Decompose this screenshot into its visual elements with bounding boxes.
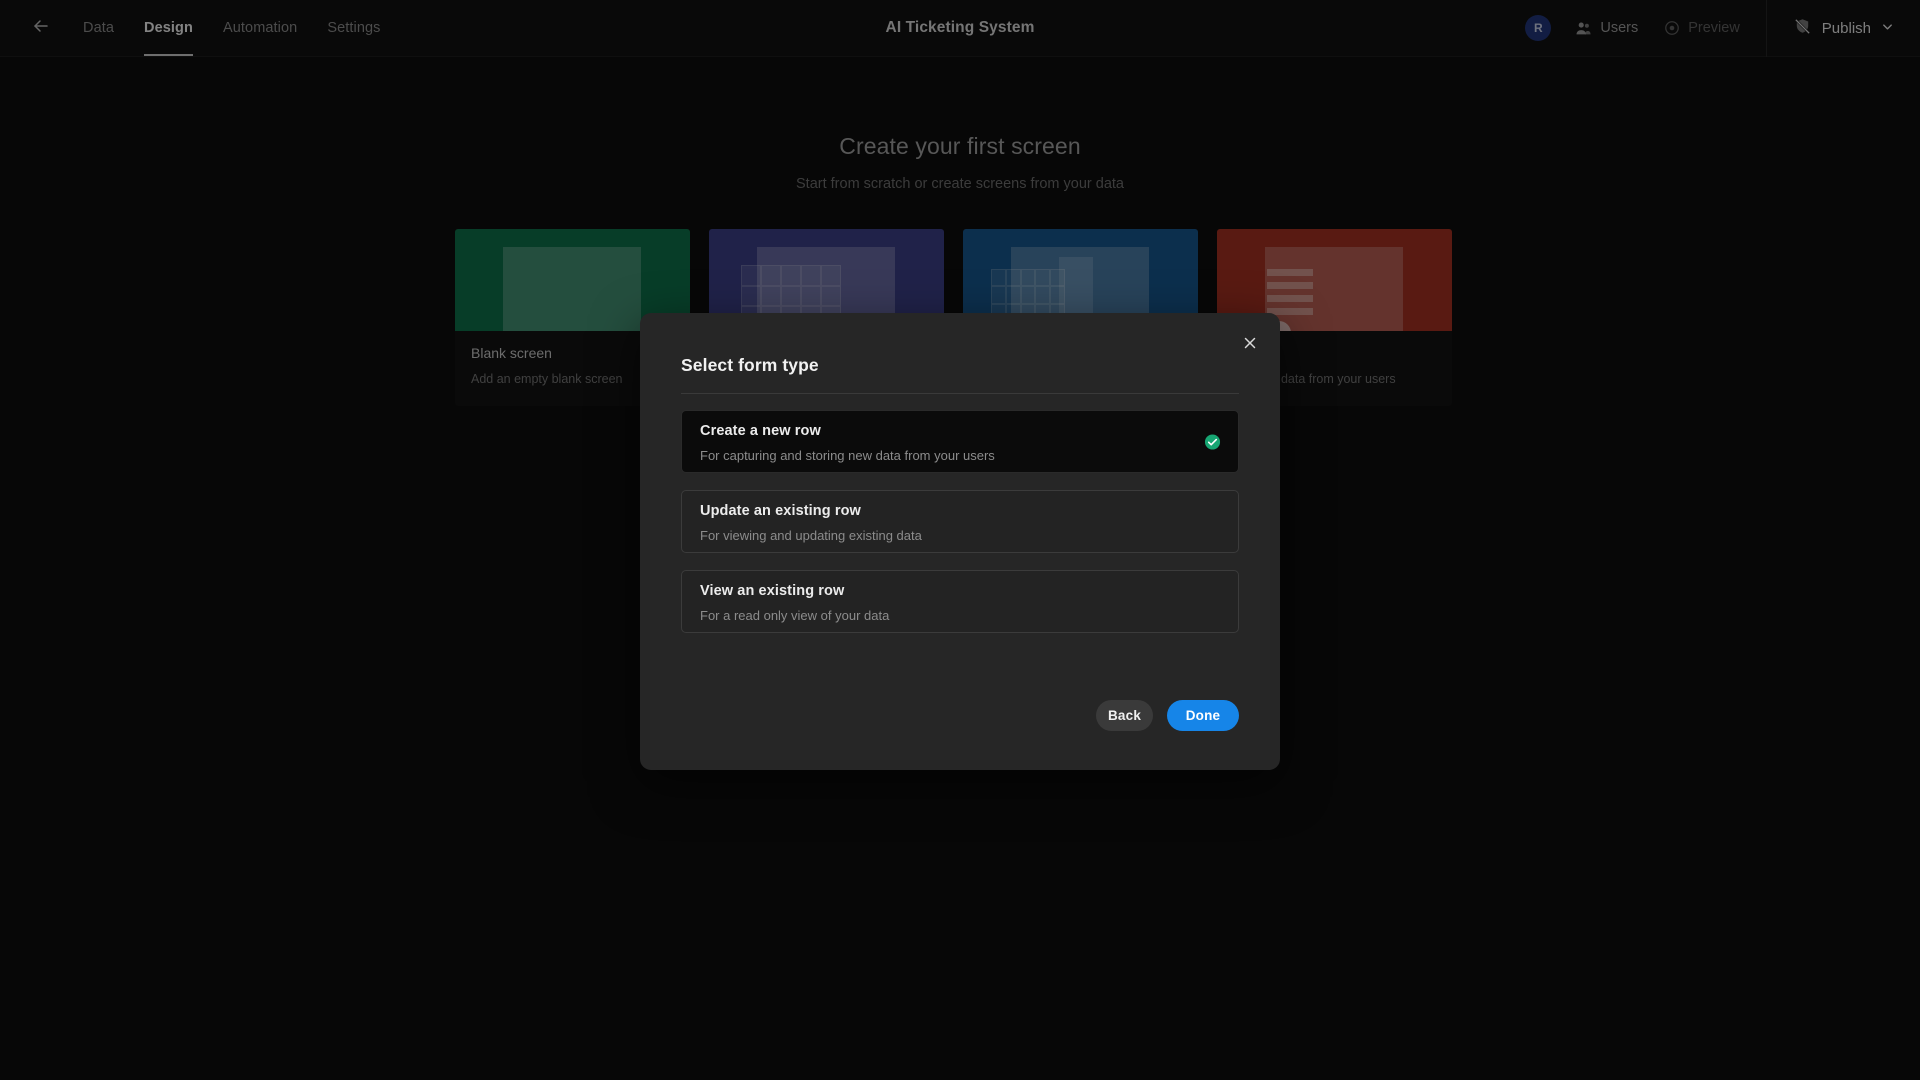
option-title: Create a new row — [700, 423, 821, 439]
dialog-title: Select form type — [681, 355, 819, 376]
option-update-an-existing-row[interactable]: Update an existing row For viewing and u… — [681, 490, 1239, 553]
close-icon — [1242, 335, 1258, 356]
dialog-divider — [681, 393, 1239, 394]
option-create-a-new-row[interactable]: Create a new row For capturing and stori… — [681, 410, 1239, 473]
option-title: View an existing row — [700, 583, 845, 599]
close-button[interactable] — [1234, 329, 1266, 361]
done-button[interactable]: Done — [1167, 700, 1239, 731]
dialog-title-text: Select form type — [681, 355, 819, 375]
option-title: Update an existing row — [700, 503, 861, 519]
option-desc: For capturing and storing new data from … — [700, 448, 995, 463]
back-button[interactable]: Back — [1096, 700, 1153, 731]
select-form-type-dialog: Select form type Create a new row For ca… — [640, 313, 1280, 770]
form-type-option-list: Create a new row For capturing and stori… — [681, 410, 1239, 633]
option-view-an-existing-row[interactable]: View an existing row For a read only vie… — [681, 570, 1239, 633]
option-desc: For viewing and updating existing data — [700, 528, 922, 543]
option-desc: For a read only view of your data — [700, 608, 890, 623]
check-circle-icon — [1204, 433, 1221, 450]
dialog-footer: Back Done — [1096, 700, 1239, 731]
